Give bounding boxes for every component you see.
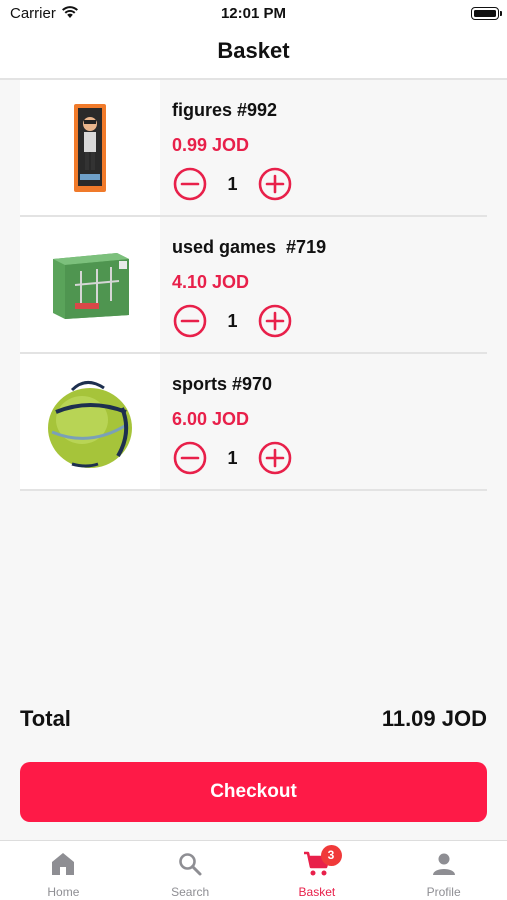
- tab-label: Basket: [298, 885, 336, 899]
- total-label: Total: [20, 706, 71, 731]
- search-icon: [177, 851, 203, 882]
- status-bar: Carrier 12:01 PM: [0, 0, 507, 28]
- decrease-quantity-button[interactable]: [173, 441, 207, 475]
- quantity-stepper: 1: [173, 441, 293, 475]
- minus-circle-icon: [173, 167, 207, 201]
- clock: 12:01 PM: [220, 5, 287, 22]
- minus-circle-icon: [173, 304, 207, 338]
- nav-header: Basket: [0, 28, 507, 80]
- product-name[interactable]: used games #719: [172, 237, 326, 258]
- basket-list: figures #992 0.99 JOD 1 used games #719 …: [20, 80, 487, 491]
- boxed-figure-toy-icon: [74, 103, 106, 192]
- tab-home[interactable]: Home: [0, 841, 127, 900]
- cart-count-badge: 3: [320, 845, 342, 866]
- basket-item: figures #992 0.99 JOD 1: [20, 80, 487, 217]
- quantity-value: 1: [227, 448, 238, 468]
- product-name[interactable]: sports #970: [172, 374, 272, 395]
- quantity-stepper: 1: [173, 167, 293, 201]
- tab-search[interactable]: Search: [127, 841, 254, 900]
- tab-label: Home: [47, 885, 80, 899]
- battery-icon: [471, 7, 502, 20]
- tab-bar: Home Search 3 Basket Profile: [0, 840, 507, 900]
- product-price: 4.10 JOD: [172, 272, 250, 292]
- quantity-stepper: 1: [173, 304, 293, 338]
- plus-circle-icon: [258, 167, 292, 201]
- product-image[interactable]: [20, 217, 160, 352]
- product-image[interactable]: [20, 354, 160, 489]
- home-icon: [50, 851, 76, 882]
- quantity-value: 1: [227, 311, 238, 331]
- decrease-quantity-button[interactable]: [173, 167, 207, 201]
- person-icon: [431, 851, 457, 882]
- basket-item: sports #970 6.00 JOD 1: [20, 354, 487, 491]
- green-pop-up-ball-icon: [48, 380, 132, 468]
- plus-circle-icon: [258, 304, 292, 338]
- product-image[interactable]: [20, 80, 160, 215]
- decrease-quantity-button[interactable]: [173, 304, 207, 338]
- quantity-value: 1: [227, 174, 238, 194]
- increase-quantity-button[interactable]: [258, 441, 292, 475]
- tab-label: Search: [171, 885, 210, 899]
- increase-quantity-button[interactable]: [258, 304, 292, 338]
- tab-profile[interactable]: Profile: [380, 841, 507, 900]
- basket-item: used games #719 4.10 JOD 1: [20, 217, 487, 354]
- minus-circle-icon: [173, 441, 207, 475]
- increase-quantity-button[interactable]: [258, 167, 292, 201]
- tab-basket[interactable]: 3 Basket: [254, 841, 381, 900]
- product-name[interactable]: figures #992: [172, 100, 277, 121]
- boxed-goal-game-icon: [53, 252, 129, 319]
- checkout-button[interactable]: Checkout: [20, 762, 487, 822]
- product-price: 0.99 JOD: [172, 135, 250, 155]
- total-value: 11.09 JOD: [381, 706, 487, 731]
- page-title: Basket: [217, 38, 290, 63]
- product-price: 6.00 JOD: [172, 409, 250, 429]
- tab-label: Profile: [426, 885, 461, 899]
- plus-circle-icon: [258, 441, 292, 475]
